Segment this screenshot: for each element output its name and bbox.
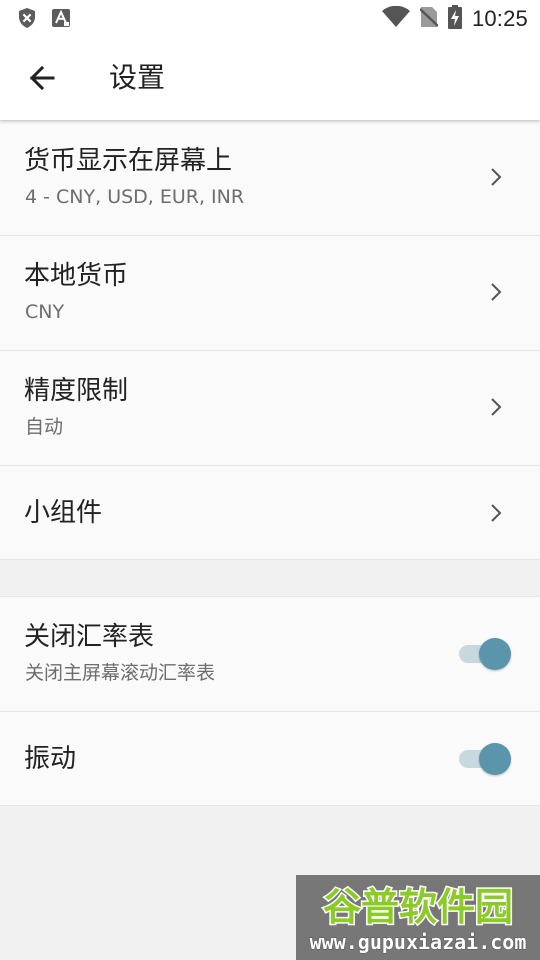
toggle-thumb <box>479 743 511 775</box>
setting-row-precision-limit[interactable]: 精度限制 自动 <box>0 351 540 466</box>
currency-settings-group: 货币显示在屏幕上 4 - CNY, USD, EUR, INR 本地货币 CNY… <box>0 121 540 560</box>
chevron-right-icon <box>491 504 502 522</box>
app-bar: 设置 <box>0 36 540 120</box>
setting-subtitle: 自动 <box>25 416 64 438</box>
setting-row-widgets[interactable]: 小组件 <box>0 466 540 560</box>
vibration-toggle[interactable] <box>459 743 511 775</box>
settings-list: 货币显示在屏幕上 4 - CNY, USD, EUR, INR 本地货币 CNY… <box>0 121 540 806</box>
setting-title: 本地货币 <box>24 261 129 291</box>
watermark-brand-text: 谷普软件园 <box>323 885 513 929</box>
close-rate-ticker-toggle[interactable] <box>459 638 511 670</box>
status-right-icons: 10:25 <box>381 5 528 33</box>
status-left-icons <box>18 8 70 32</box>
page-title: 设置 <box>109 61 166 94</box>
watermark-url: www.gupuxiazai.com <box>310 930 527 954</box>
chevron-right-icon <box>491 398 502 416</box>
section-divider <box>0 560 540 597</box>
arrow-left-icon <box>29 65 55 91</box>
setting-row-local-currency[interactable]: 本地货币 CNY <box>0 236 540 351</box>
status-time: 10:25 <box>471 6 528 31</box>
status-bar: 10:25 <box>0 0 540 36</box>
chevron-right-icon <box>491 168 502 186</box>
shield-x-icon <box>18 8 36 32</box>
setting-subtitle: 4 - CNY, USD, EUR, INR <box>25 186 245 208</box>
setting-title: 小组件 <box>24 498 103 528</box>
app-a-icon <box>52 9 70 31</box>
no-sim-icon <box>419 6 439 32</box>
setting-row-displayed-currencies[interactable]: 货币显示在屏幕上 4 - CNY, USD, EUR, INR <box>0 121 540 236</box>
setting-title: 货币显示在屏幕上 <box>24 146 233 176</box>
setting-subtitle: CNY <box>25 301 65 323</box>
setting-subtitle: 关闭主屏幕滚动汇率表 <box>25 662 216 684</box>
setting-row-close-rate-ticker[interactable]: 关闭汇率表 关闭主屏幕滚动汇率表 <box>0 597 540 712</box>
setting-title: 精度限制 <box>24 376 129 406</box>
chevron-right-icon <box>491 283 502 301</box>
toggle-thumb <box>479 638 511 670</box>
watermark-logo: 谷普软件园 www.gupuxiazai.com <box>296 875 540 960</box>
setting-row-vibration[interactable]: 振动 <box>0 712 540 806</box>
setting-title: 振动 <box>24 744 77 774</box>
setting-title: 关闭汇率表 <box>24 622 155 652</box>
battery-charging-icon <box>447 5 462 33</box>
toggle-settings-group: 关闭汇率表 关闭主屏幕滚动汇率表 振动 <box>0 597 540 806</box>
back-button[interactable] <box>20 56 64 100</box>
wifi-icon <box>381 5 410 32</box>
